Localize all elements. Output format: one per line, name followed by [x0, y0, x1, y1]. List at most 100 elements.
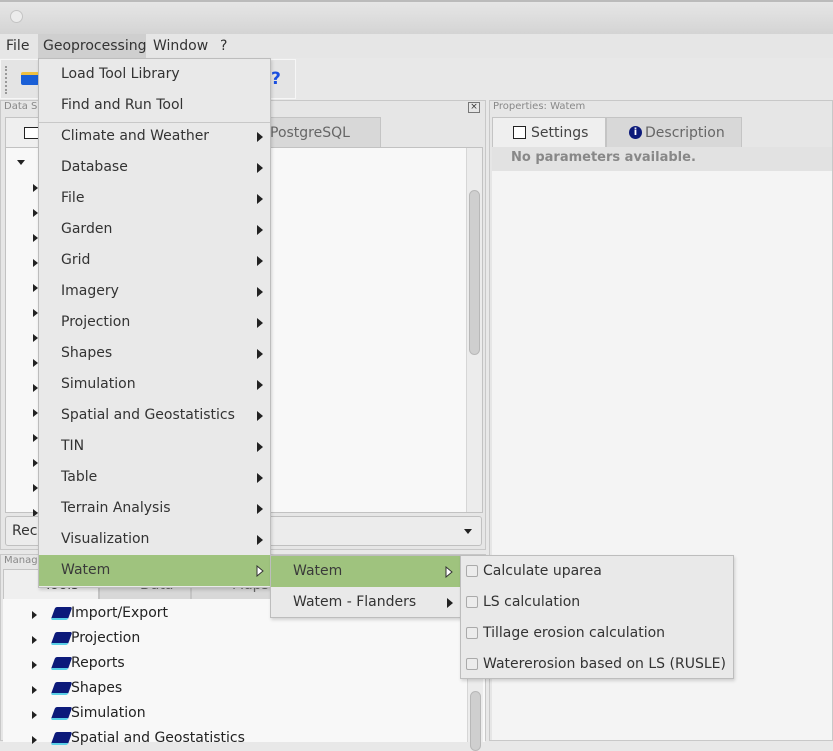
- menu-item-find-and-run-tool[interactable]: Find and Run Tool: [39, 90, 270, 121]
- tree-expand-icon[interactable]: [32, 661, 37, 669]
- scrollbar-thumb[interactable]: [469, 190, 480, 355]
- toolbar-grip[interactable]: [5, 66, 7, 94]
- tab-label: Description: [645, 125, 725, 141]
- menu-item-label: Visualization: [61, 531, 150, 547]
- menu-item-load-tool-library[interactable]: Load Tool Library: [39, 59, 270, 90]
- expand-icon[interactable]: [17, 160, 25, 165]
- menu-item-watem[interactable]: Watem: [39, 555, 271, 586]
- tools-tree[interactable]: Import/Export Projection Reports Shapes Simu…: [3, 599, 485, 751]
- menu-item-label: Watem - Flanders: [293, 594, 417, 610]
- open-folder-icon[interactable]: [21, 72, 39, 85]
- help-icon[interactable]: ?: [271, 69, 281, 89]
- menu-item-tool[interactable]: Tillage erosion calculation: [461, 618, 733, 649]
- close-panel-icon[interactable]: ×: [468, 102, 480, 113]
- menu-item-label: Calculate uparea: [483, 563, 602, 579]
- book-icon: [50, 607, 73, 620]
- menu-file[interactable]: File: [1, 34, 34, 58]
- menu-bar: File Geoprocessing Window ?: [0, 34, 833, 58]
- submenu-arrow-icon: [256, 565, 264, 577]
- dropdown-arrow-icon[interactable]: [464, 529, 472, 534]
- menu-item-tool[interactable]: Calculate uparea: [461, 556, 733, 587]
- menu-help[interactable]: ?: [215, 34, 232, 58]
- tree-item-label: Projection: [71, 630, 141, 646]
- tree-expand-icon[interactable]: [32, 686, 37, 694]
- panel-title: Data S: [4, 101, 38, 112]
- menu-item-simulation[interactable]: Simulation: [39, 369, 270, 400]
- menu-item-label: Spatial and Geostatistics: [61, 407, 235, 423]
- submenu-arrow-icon: [257, 504, 263, 514]
- no-parameters-message: No parameters available.: [492, 147, 832, 171]
- scrollbar-thumb[interactable]: [470, 691, 481, 751]
- menu-item-garden[interactable]: Garden: [39, 214, 270, 245]
- tree-expand-icon[interactable]: [32, 611, 37, 619]
- menu-item-visualization[interactable]: Visualization: [39, 524, 270, 555]
- submenu-arrow-icon: [257, 163, 263, 173]
- menu-item-tin[interactable]: TIN: [39, 431, 270, 462]
- submenu-arrow-icon: [257, 380, 263, 390]
- menu-item-watem-flanders[interactable]: Watem - Flanders: [271, 587, 460, 618]
- panel-title: Properties: Watem: [493, 101, 586, 112]
- menu-item-watem[interactable]: Watem: [271, 556, 460, 587]
- vertical-scrollbar[interactable]: [466, 148, 482, 512]
- menu-item-label: Watem: [293, 563, 343, 579]
- tab-description[interactable]: i Description: [606, 117, 742, 147]
- tab-postgresql[interactable]: PostgreSQL: [263, 117, 381, 147]
- menu-item-label: Simulation: [61, 376, 136, 392]
- tree-expand-icon[interactable]: [32, 636, 37, 644]
- title-bar: [0, 0, 833, 34]
- menu-item-file[interactable]: File: [39, 183, 270, 214]
- submenu-arrow-icon: [257, 535, 263, 545]
- menu-geoprocessing[interactable]: Geoprocessing: [38, 34, 146, 58]
- menu-item-label: Grid: [61, 252, 91, 268]
- submenu-arrow-icon: [257, 225, 263, 235]
- tree-expand-icon[interactable]: [32, 711, 37, 719]
- menu-window[interactable]: Window: [148, 34, 213, 58]
- menu-item-tool[interactable]: Watererosion based on LS (RUSLE): [461, 649, 733, 680]
- menu-item-label: Table: [61, 469, 98, 485]
- book-icon: [50, 657, 73, 670]
- submenu-arrow-icon: [257, 132, 263, 142]
- menu-item-label: Terrain Analysis: [61, 500, 171, 516]
- submenu-arrow-icon: [447, 598, 453, 608]
- tree-item-label: Simulation: [71, 705, 146, 721]
- tree-expand-icon[interactable]: [32, 736, 37, 744]
- menu-item-label: Garden: [61, 221, 113, 237]
- checkbox-icon: [466, 596, 478, 608]
- menu-item-database[interactable]: Database: [39, 152, 270, 183]
- menu-item-label: File: [61, 190, 85, 206]
- submenu-arrow-icon: [257, 256, 263, 266]
- checkbox-icon: [466, 565, 478, 577]
- menu-item-label: Tillage erosion calculation: [483, 625, 666, 641]
- menu-item-label: TIN: [61, 438, 85, 454]
- menu-item-imagery[interactable]: Imagery: [39, 276, 270, 307]
- tree-item-label: Import/Export: [71, 605, 169, 621]
- submenu-arrow-icon: [257, 411, 263, 421]
- menu-item-climate-and-weather[interactable]: Climate and Weather: [39, 121, 270, 152]
- menu-item-tool[interactable]: LS calculation: [461, 587, 733, 618]
- menu-item-table[interactable]: Table: [39, 462, 270, 493]
- menu-item-terrain-analysis[interactable]: Terrain Analysis: [39, 493, 270, 524]
- menu-item-grid[interactable]: Grid: [39, 245, 270, 276]
- menu-item-label: Watem: [61, 562, 111, 578]
- watem-tools-menu: Calculate uparea LS calculation Tillage er…: [460, 555, 734, 679]
- book-icon: [50, 707, 73, 720]
- menu-item-label: Database: [61, 159, 128, 175]
- tree-item-label: Shapes: [71, 680, 123, 696]
- submenu-arrow-icon: [257, 318, 263, 328]
- book-icon: [50, 682, 73, 695]
- menu-item-projection[interactable]: Projection: [39, 307, 270, 338]
- menu-item-label: Climate and Weather: [61, 128, 210, 144]
- tab-label: PostgreSQL: [270, 125, 350, 141]
- menu-item-label: Projection: [61, 314, 131, 330]
- tree-item-label: Spatial and Geostatistics: [71, 730, 245, 746]
- submenu-arrow-icon: [445, 566, 453, 578]
- book-icon: [50, 632, 73, 645]
- menu-item-label: Imagery: [61, 283, 119, 299]
- submenu-arrow-icon: [257, 194, 263, 204]
- menu-item-spatial-and-geostatistics[interactable]: Spatial and Geostatistics: [39, 400, 270, 431]
- book-icon: [50, 732, 73, 745]
- menu-item-shapes[interactable]: Shapes: [39, 338, 270, 369]
- tab-settings[interactable]: Settings: [492, 117, 606, 147]
- window-close-button[interactable]: [10, 10, 23, 23]
- checkbox-icon: [466, 627, 478, 639]
